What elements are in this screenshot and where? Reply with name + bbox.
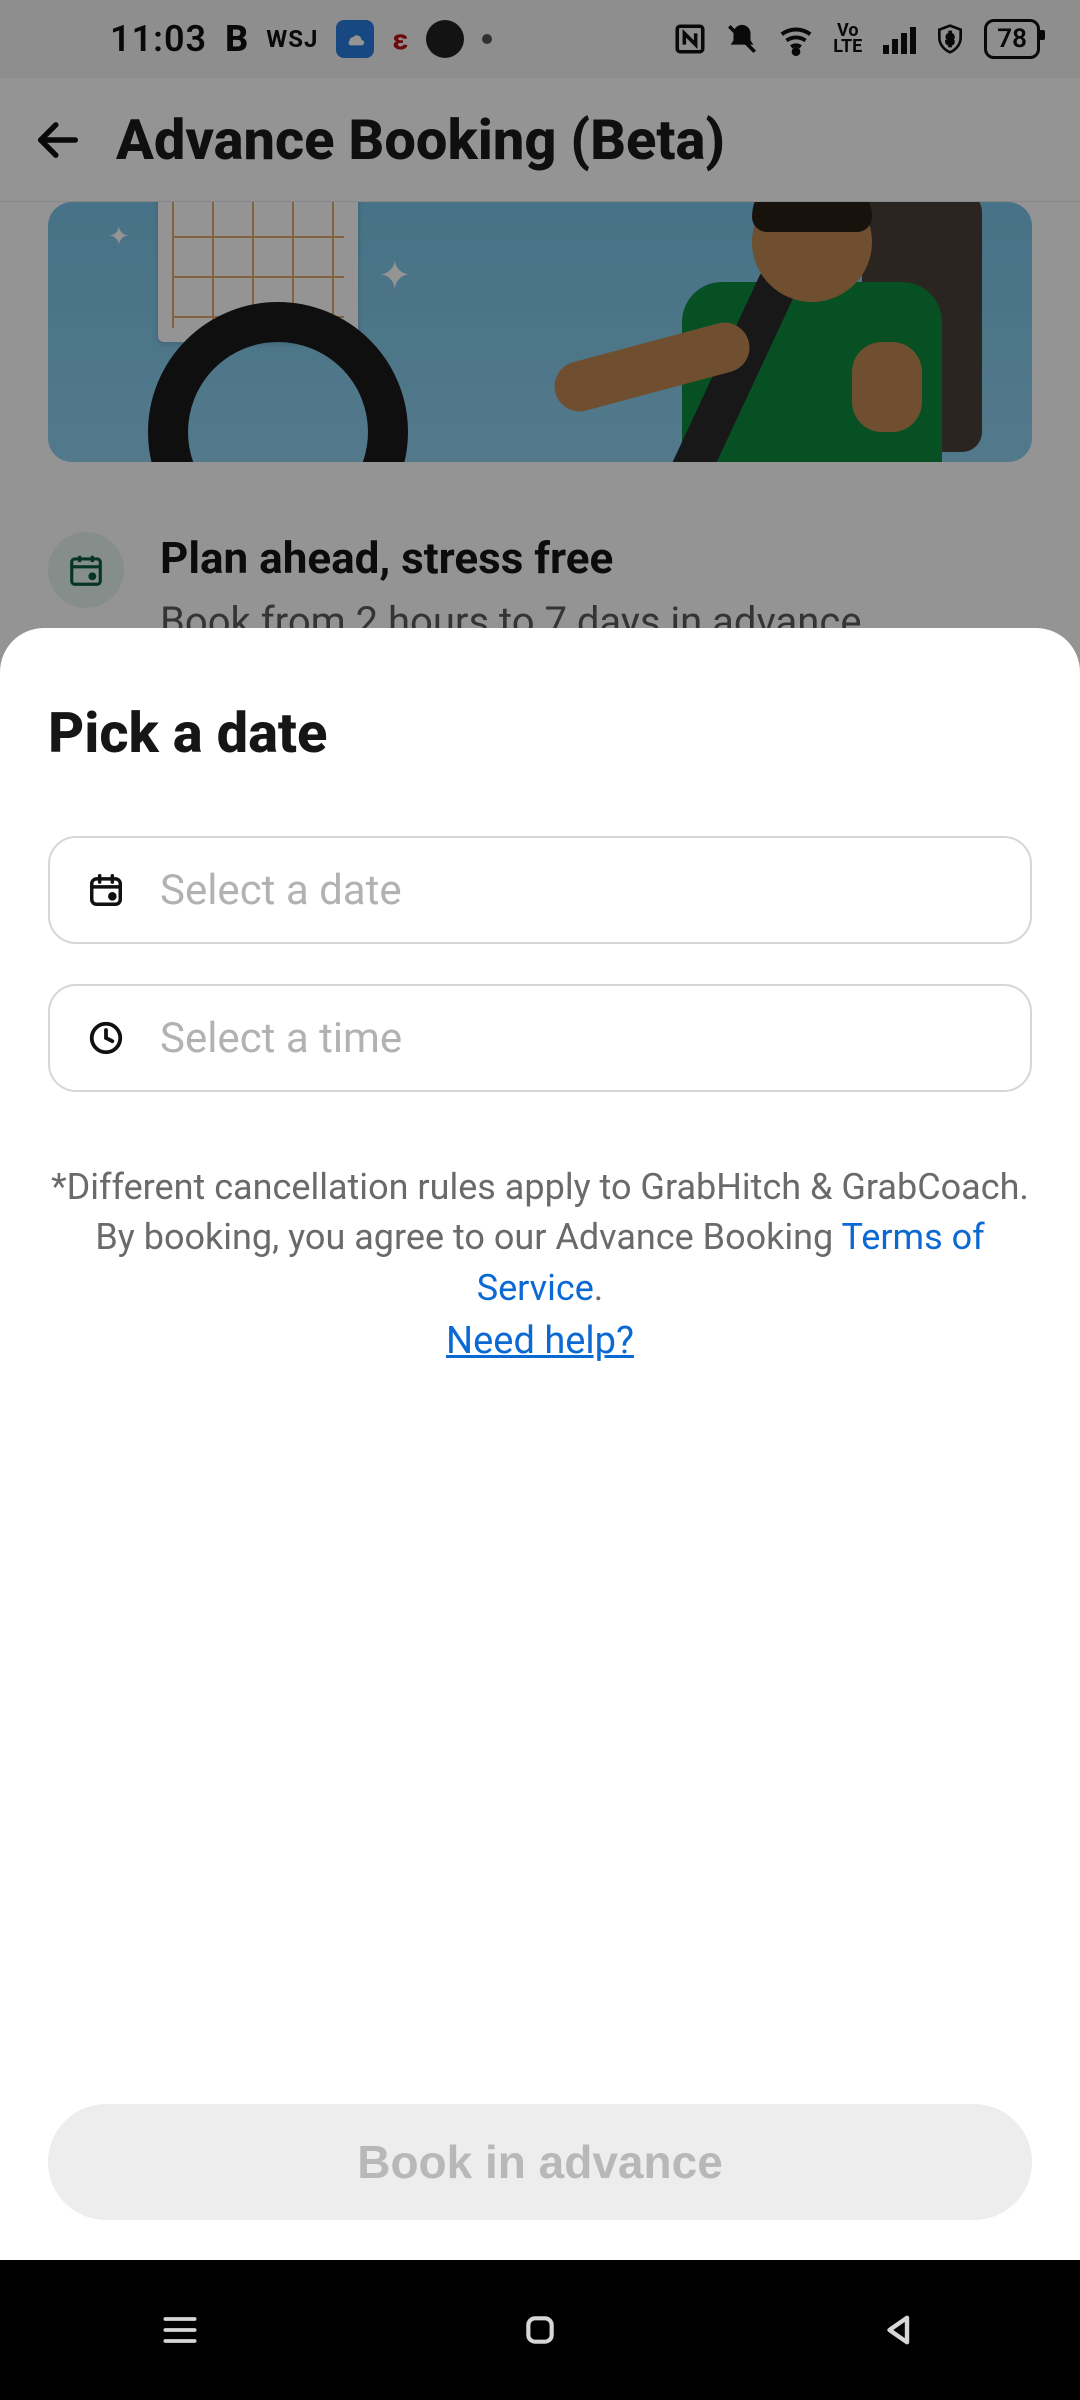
mute-icon <box>725 22 759 56</box>
back-nav-button[interactable] <box>870 2300 930 2360</box>
status-app-wsj-icon: WSJ <box>266 25 318 53</box>
pick-date-sheet: Pick a date Select a date Select a time … <box>0 628 1080 2260</box>
status-weather-icon <box>336 20 374 58</box>
back-button[interactable] <box>30 112 86 168</box>
back-triangle-icon <box>879 2309 921 2351</box>
home-button[interactable] <box>510 2300 570 2360</box>
disclaimer-line1: *Different cancellation rules apply to G… <box>51 1166 1029 1208</box>
status-app-b-icon: B <box>225 18 248 60</box>
disclaimer-text: *Different cancellation rules apply to G… <box>48 1162 1032 1313</box>
sheet-title: Pick a date <box>48 700 1032 766</box>
info-title: Plan ahead, stress free <box>160 532 872 584</box>
wifi-icon <box>777 20 815 58</box>
shield-dollar-icon: $ <box>934 23 966 55</box>
back-arrow-icon <box>32 114 84 166</box>
system-navbar <box>0 2260 1080 2400</box>
volte-icon: VoLTE <box>833 23 862 55</box>
date-placeholder: Select a date <box>160 866 402 915</box>
period: . <box>594 1267 604 1309</box>
status-more-dot-icon <box>482 34 492 44</box>
status-bar: 11:03 B WSJ ε VoLTE $ 78 <box>0 0 1080 78</box>
app-header: Advance Booking (Beta) <box>0 78 1080 202</box>
select-date-field[interactable]: Select a date <box>48 836 1032 944</box>
page-title: Advance Booking (Beta) <box>116 107 725 173</box>
status-app-round-icon <box>426 20 464 58</box>
disclaimer-line2-prefix: By booking, you agree to our Advance Boo… <box>95 1216 841 1258</box>
recents-icon <box>158 2308 202 2352</box>
status-time: 11:03 <box>110 18 207 60</box>
need-help-link[interactable]: Need help? <box>48 1319 1032 1363</box>
status-app-icon: ε <box>392 23 408 56</box>
nfc-icon <box>673 22 707 56</box>
time-placeholder: Select a time <box>160 1014 402 1063</box>
calendar-badge-icon <box>48 532 124 608</box>
calendar-icon <box>86 871 126 909</box>
signal-icon <box>880 21 916 57</box>
svg-text:$: $ <box>946 30 954 48</box>
book-in-advance-button[interactable]: Book in advance <box>48 2104 1032 2220</box>
battery-icon: 78 <box>984 19 1040 59</box>
home-icon <box>520 2310 560 2350</box>
recents-button[interactable] <box>150 2300 210 2360</box>
hero-illustration: ✦ ✦ <box>48 202 1032 462</box>
clock-icon <box>86 1019 126 1057</box>
select-time-field[interactable]: Select a time <box>48 984 1032 1092</box>
